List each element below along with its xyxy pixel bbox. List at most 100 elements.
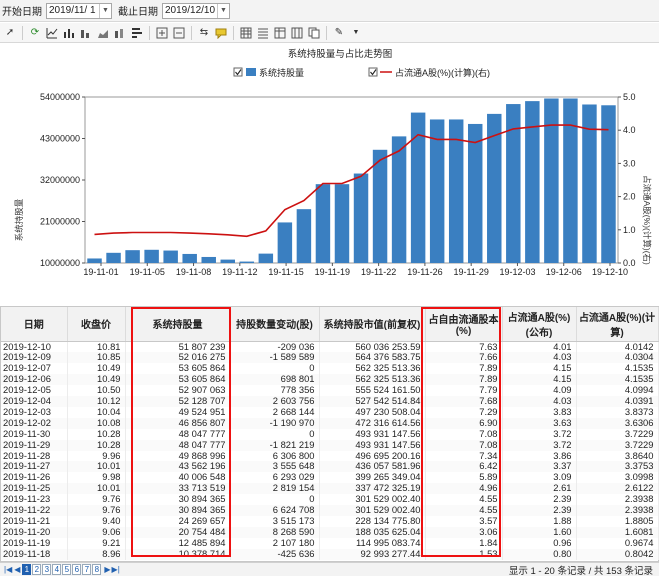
bar[interactable] (125, 250, 140, 263)
table-cell: 3.7229 (576, 428, 659, 440)
legend-checkbox-bar[interactable] (233, 67, 243, 77)
first-page-icon[interactable]: |◀ (4, 565, 12, 574)
last-page-icon[interactable]: ▶| (112, 565, 120, 574)
zoom-out-icon[interactable] (172, 26, 186, 40)
chevron-down-icon[interactable]: ▼ (99, 3, 111, 18)
bar[interactable] (372, 149, 388, 263)
start-date-picker[interactable]: 2019/11/ 1 ▼ (46, 2, 112, 19)
prev-page-icon[interactable]: ◀ (14, 565, 20, 574)
page-link[interactable]: 1 (22, 564, 32, 575)
table-row[interactable]: 2019-12-09 10.85 52 016 275 -1 589 589 564 3… (1, 352, 659, 364)
holding-chart: 系统持股量与占比走势图 系统持股量 占流通A股(%)(计算)(右) 系统持股量 … (0, 44, 659, 284)
next-page-icon[interactable]: ▶ (104, 565, 110, 574)
column-header[interactable]: 占流通A股(%)(公布) (502, 307, 577, 342)
y-right-tick-label: 4.0 (623, 125, 636, 135)
bar[interactable] (220, 259, 236, 263)
bar[interactable] (429, 119, 445, 263)
bar[interactable] (87, 258, 102, 263)
zoom-in-icon[interactable] (155, 26, 169, 40)
table-cell: 4.03 (502, 352, 577, 364)
table-row[interactable]: 2019-11-29 10.28 48 047 777 -1 821 219 493 9… (1, 439, 659, 451)
stacked-chart-icon[interactable] (113, 26, 127, 40)
table-row[interactable]: 2019-11-28 9.96 49 868 996 6 306 800 496 695… (1, 450, 659, 462)
horizontal-bar-icon[interactable] (130, 26, 144, 40)
table-row[interactable]: 2019-12-04 10.12 52 128 707 2 603 756 527 54… (1, 396, 659, 407)
column-header[interactable]: 占流通A股(%)(计算) (576, 307, 659, 342)
list-icon[interactable] (256, 26, 270, 40)
copy-icon[interactable] (307, 26, 321, 40)
bar[interactable] (544, 98, 559, 263)
bar[interactable] (144, 249, 159, 263)
legend-checkbox-line[interactable] (368, 67, 378, 77)
table-cell: 698 801 (230, 374, 320, 386)
bar[interactable] (296, 209, 312, 263)
table-row[interactable]: 2019-11-23 9.76 30 894 365 0 301 529 002.40 4… (1, 494, 659, 506)
table-cell: 2019-12-10 (1, 341, 68, 353)
chevron-down-icon[interactable]: ▼ (217, 3, 229, 18)
bar[interactable] (163, 250, 178, 263)
bar[interactable] (334, 184, 350, 263)
page-link[interactable]: 4 (52, 564, 62, 575)
bar[interactable] (353, 173, 369, 263)
column-header[interactable]: 系统持股量 (125, 307, 231, 342)
table-cell: 1.84 (425, 537, 503, 549)
table-row[interactable]: 2019-11-30 10.28 48 047 777 0 493 931 147.56… (1, 428, 659, 440)
column-header[interactable]: 占自由流通股本(%) (425, 307, 503, 342)
area-chart-icon[interactable] (96, 26, 110, 40)
bar[interactable] (277, 222, 293, 263)
column-header[interactable]: 系统持股市值(前复权) (319, 307, 426, 342)
table-row[interactable]: 2019-11-26 9.98 40 006 548 6 293 029 399 265… (1, 472, 659, 484)
column-header[interactable]: 持股数量变动(股) (230, 307, 320, 342)
grid-icon[interactable] (239, 26, 253, 40)
table-cell: 10.50 (67, 385, 126, 397)
table-row[interactable]: 2019-12-05 10.50 52 907 063 778 356 555 524 … (1, 385, 659, 397)
table-cell: 9.76 (67, 494, 126, 506)
table-row[interactable]: 2019-12-02 10.08 46 856 807 -1 190 970 472 3… (1, 417, 659, 429)
table-row[interactable]: 2019-11-20 9.06 20 754 484 8 268 590 188 035… (1, 526, 659, 538)
column-chart-icon[interactable] (79, 26, 93, 40)
page-link[interactable]: 7 (82, 564, 92, 575)
table-row[interactable]: 2019-12-07 10.49 53 605 864 0 562 325 513.36… (1, 363, 659, 375)
table-row[interactable]: 2019-11-18 8.96 10 378 714 -425 636 92 993 2… (1, 548, 659, 560)
comment-icon[interactable] (214, 26, 228, 40)
bar[interactable] (182, 253, 197, 263)
chevron-down-icon[interactable]: ▼ (349, 26, 363, 40)
pointer-icon[interactable]: ➚ (3, 26, 17, 40)
table-row[interactable]: 2019-11-22 9.76 30 894 365 6 624 708 301 529… (1, 505, 659, 516)
bar-chart-icon[interactable] (62, 26, 76, 40)
bar[interactable] (106, 252, 121, 263)
bar[interactable] (525, 101, 540, 263)
bar[interactable] (315, 184, 331, 263)
table-row[interactable]: 2019-11-25 10.01 33 713 519 2 819 154 337 47… (1, 483, 659, 495)
bar[interactable] (391, 136, 407, 263)
table-row[interactable]: 2019-11-21 9.40 24 269 657 3 515 173 228 134… (1, 516, 659, 527)
page-link[interactable]: 2 (32, 564, 42, 575)
pencil-icon[interactable]: ✎ (332, 26, 346, 40)
columns-icon[interactable] (290, 26, 304, 40)
bar[interactable] (563, 98, 578, 263)
table-row[interactable]: 2019-11-19 9.21 12 485 894 2 107 180 114 995… (1, 537, 659, 549)
end-date-picker[interactable]: 2019/12/10 ▼ (162, 2, 230, 19)
swap-icon[interactable]: ⇆ (197, 26, 211, 40)
table-row[interactable]: 2019-12-06 10.49 53 605 864 698 801 562 325 … (1, 374, 659, 386)
table-cell: 6 293 029 (230, 472, 320, 484)
line-chart-icon[interactable] (45, 26, 59, 40)
bar[interactable] (239, 261, 255, 263)
bar[interactable] (201, 256, 216, 263)
page-link[interactable]: 3 (42, 564, 52, 575)
table-cell: 4.15 (502, 374, 577, 386)
column-header[interactable]: 收盘价 (67, 307, 126, 342)
table-row[interactable]: 2019-11-27 10.01 43 562 196 3 555 648 436 05… (1, 461, 659, 473)
column-header[interactable]: 日期 (1, 307, 68, 342)
page-link[interactable]: 5 (62, 564, 72, 575)
page-link[interactable]: 6 (72, 564, 82, 575)
page-link[interactable]: 8 (92, 564, 102, 575)
table-row[interactable]: 2019-12-03 10.04 49 524 951 2 668 144 497 23… (1, 406, 659, 418)
table-cell: 30 894 365 (125, 494, 231, 506)
table-cell: 0 (230, 363, 320, 375)
refresh-icon[interactable]: ⟳ (28, 26, 42, 40)
bar[interactable] (467, 123, 483, 264)
table-row[interactable]: 2019-12-10 10.81 51 807 239 -209 036 560 036… (1, 341, 659, 353)
bar[interactable] (258, 253, 274, 263)
table-icon[interactable] (273, 26, 287, 40)
